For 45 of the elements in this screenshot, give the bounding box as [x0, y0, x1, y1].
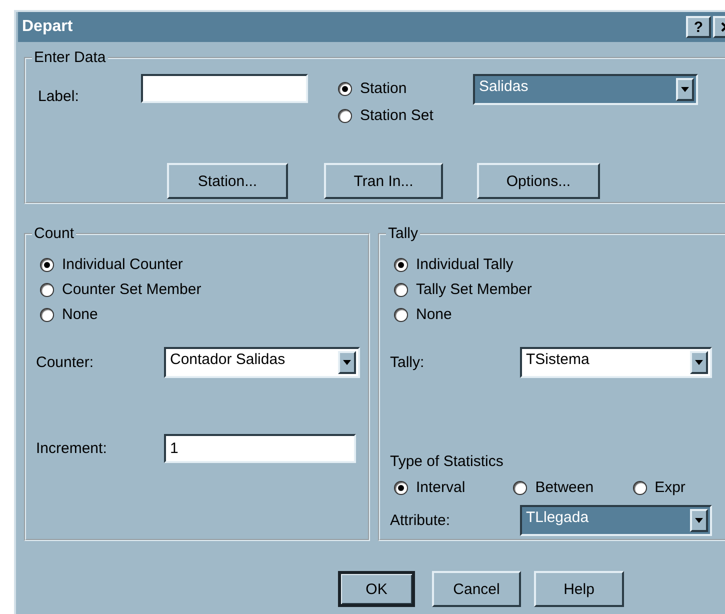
radio-button[interactable] [40, 283, 54, 297]
dialog-button[interactable]: Help [534, 571, 624, 607]
radio-button[interactable] [394, 481, 408, 495]
dialog-button[interactable]: OK [338, 571, 415, 607]
increment-field[interactable]: 1 [164, 434, 356, 463]
radio-button[interactable] [394, 258, 408, 272]
counter-dropdown[interactable]: Contador Salidas [164, 347, 360, 378]
dialog-button[interactable]: Station... [167, 163, 288, 199]
attribute-dropdown[interactable]: TLlegada [520, 505, 712, 536]
radio-label: Between [535, 479, 594, 497]
field-label: Counter: [36, 354, 95, 372]
radio-button[interactable] [394, 283, 408, 297]
radio-label: Counter Set Member [62, 281, 202, 299]
radio-button[interactable] [632, 481, 647, 495]
group-title: Enter Data [33, 50, 107, 66]
field-label: Increment: [36, 440, 108, 458]
radio-label: None [416, 306, 452, 324]
field-label: Attribute: [390, 512, 452, 530]
field-label: Label: [38, 88, 80, 106]
group-title: Count [33, 226, 76, 242]
group-title: Tally [387, 226, 420, 242]
radio-label: Tally Set Member [416, 281, 532, 299]
radio-button[interactable] [513, 481, 528, 495]
station-dropdown[interactable]: Salidas [473, 74, 698, 105]
radio-label: Station [360, 80, 407, 98]
radio-label: Individual Tally [416, 256, 514, 274]
section-label: Type of Statistics [390, 453, 504, 470]
help-button[interactable]: ? [686, 16, 711, 38]
radio-label: Station Set [360, 107, 434, 125]
window-title: Depart [22, 18, 73, 36]
radio-label: Individual Counter [62, 256, 183, 274]
dialog-button[interactable]: Tran In... [324, 163, 443, 199]
radio-button[interactable] [338, 109, 352, 123]
tally-dropdown[interactable]: TSistema [520, 347, 712, 378]
radio-button[interactable] [40, 308, 54, 322]
dialog-button[interactable]: Options... [477, 163, 600, 199]
dialog-button[interactable]: Cancel [432, 571, 521, 607]
radio-label: Interval [416, 479, 466, 497]
field-label: Tally: [390, 354, 426, 372]
radio-button[interactable] [338, 82, 352, 96]
label-field[interactable] [141, 74, 308, 103]
radio-label: None [62, 306, 98, 324]
radio-button[interactable] [394, 308, 408, 322]
radio-button[interactable] [40, 258, 54, 272]
radio-label: Expr [654, 479, 686, 497]
